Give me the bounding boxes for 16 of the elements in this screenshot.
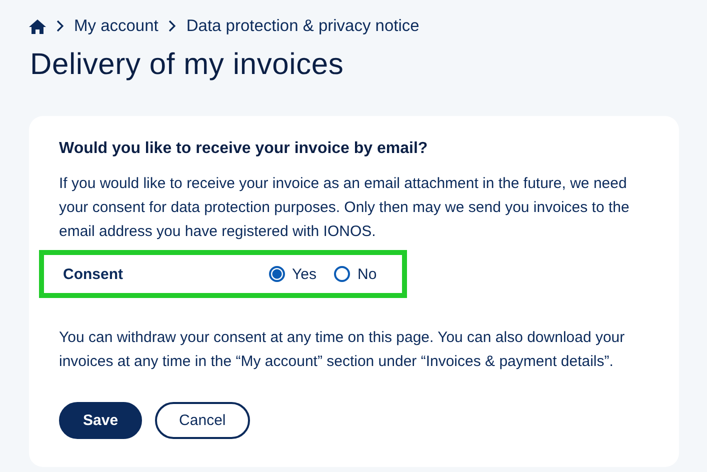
radio-option[interactable]: No <box>334 266 377 282</box>
info-text: You can withdraw your consent at any time on this page. You can also download your invoices at any time in the “My account” section under “Invoices & payment details”. <box>59 328 626 372</box>
card-heading: Would you like to receive your invoice by email? <box>59 140 429 158</box>
home-icon[interactable] <box>29 18 46 34</box>
page-title: Delivery of my invoices <box>30 48 345 82</box>
radio-option[interactable]: Yes <box>269 266 316 282</box>
intro-text: If you would like to receive your invoice as an email attachment in the future, we need your consent for data protection purposes. Only then may we send you invoices to the email address you have registered with IONOS. <box>59 174 630 242</box>
chevron-icon <box>168 20 176 32</box>
breadcrumb-link[interactable]: My account <box>74 16 158 36</box>
breadcrumb-link[interactable]: Data protection & privacy notice <box>186 16 420 36</box>
radio-button[interactable] <box>269 266 285 282</box>
consent-label: Consent <box>63 266 124 282</box>
radio-button[interactable] <box>334 266 350 282</box>
cancel-button[interactable]: Cancel <box>155 402 250 439</box>
chevron-icon <box>56 20 64 32</box>
save-button[interactable]: Save <box>59 402 142 439</box>
